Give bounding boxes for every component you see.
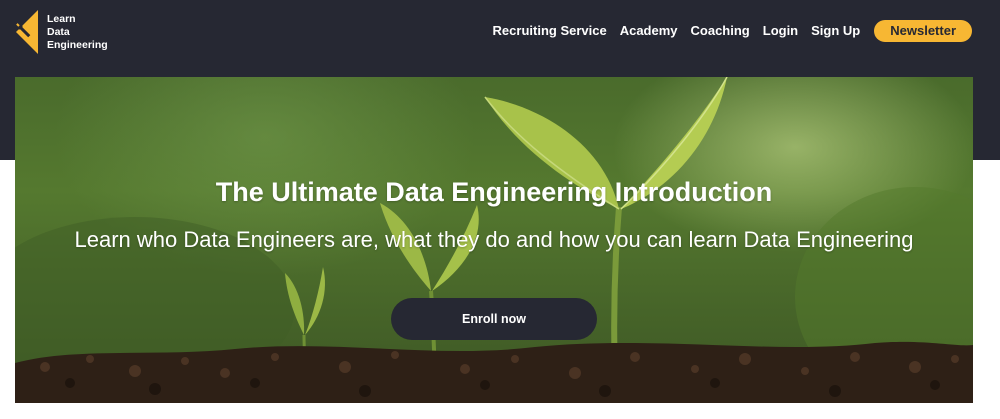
nav-sign-up[interactable]: Sign Up	[811, 20, 860, 42]
logo-line-2: Data	[47, 25, 70, 38]
nav-academy[interactable]: Academy	[620, 20, 678, 42]
hero-subtitle: Learn who Data Engineers are, what they …	[74, 227, 914, 252]
enroll-now-button[interactable]: Enroll now	[391, 298, 597, 340]
nav-login[interactable]: Login	[763, 20, 798, 42]
logo-line-1: Learn	[47, 12, 76, 25]
newsletter-button[interactable]: Newsletter	[874, 20, 972, 42]
logo-text: Learn Data Engineering	[47, 13, 108, 52]
main-nav: Recruiting Service Academy Coaching Logi…	[493, 20, 972, 42]
logo-wrench-icon	[16, 10, 44, 54]
site-header: Learn Data Engineering Recruiting Servic…	[0, 0, 1000, 64]
nav-coaching[interactable]: Coaching	[691, 20, 750, 42]
hero-title: The Ultimate Data Engineering Introducti…	[215, 177, 773, 207]
site-logo[interactable]: Learn Data Engineering	[16, 10, 108, 54]
hero-banner: The Ultimate Data Engineering Introducti…	[15, 77, 973, 403]
logo-line-3: Engineering	[47, 38, 108, 51]
nav-recruiting-service[interactable]: Recruiting Service	[493, 20, 607, 42]
